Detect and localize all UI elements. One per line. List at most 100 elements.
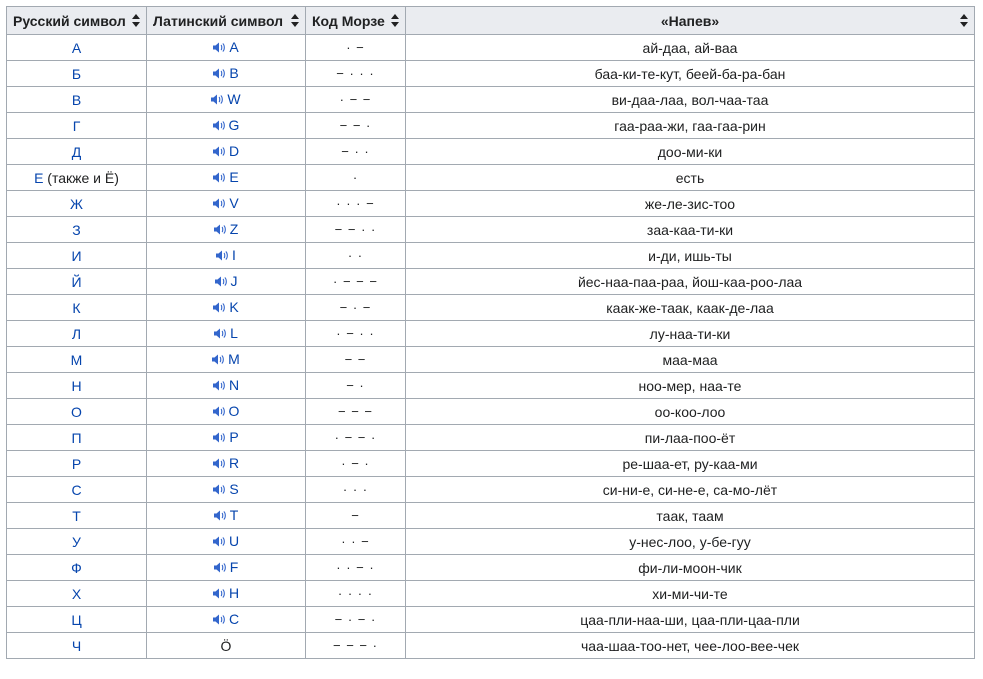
russian-symbol-link[interactable]: Ф [71,560,82,576]
speaker-icon[interactable] [212,144,226,160]
russian-symbol-link[interactable]: Ж [70,196,83,212]
russian-cell: Р [6,450,147,477]
speaker-icon[interactable] [213,222,227,238]
russian-symbol-link[interactable]: Ц [71,612,81,628]
latin-symbol-link[interactable]: B [229,65,238,81]
latin-symbol-link[interactable]: A [229,39,238,55]
sort-icon[interactable] [291,14,299,27]
russian-symbol-link[interactable]: Л [72,326,81,342]
russian-cell: Н [6,372,147,399]
latin-symbol-link[interactable]: S [229,481,238,497]
russian-cell: З [6,216,147,243]
russian-symbol-link[interactable]: К [72,300,80,316]
speaker-icon[interactable] [213,196,226,212]
table-row: Х H · · · · хи-ми-чи-те [6,580,975,607]
speaker-icon[interactable] [212,378,226,394]
latin-symbol-link[interactable]: P [229,429,238,445]
latin-symbol-link[interactable]: V [229,195,238,211]
latin-symbol-link[interactable]: F [230,559,239,575]
latin-symbol-link[interactable]: D [229,143,239,159]
morse-code-cell: · · − [305,528,406,555]
sort-icon[interactable] [960,14,968,27]
morse-code-cell: − · − [305,294,406,321]
latin-symbol-link[interactable]: G [229,117,240,133]
latin-symbol-link[interactable]: N [229,377,239,393]
sort-icon[interactable] [132,14,140,27]
speaker-icon[interactable] [212,118,226,134]
latin-symbol-link[interactable]: J [231,273,238,289]
speaker-icon[interactable] [212,586,226,602]
russian-symbol-link[interactable]: Р [72,456,81,472]
speaker-icon[interactable] [213,508,227,524]
column-header-morse[interactable]: Код Морзе [305,6,406,35]
speaker-icon[interactable] [212,352,225,368]
latin-symbol-link[interactable]: H [229,585,239,601]
russian-symbol-link[interactable]: М [71,352,83,368]
latin-symbol-link[interactable]: Z [230,221,239,237]
morse-code-cell: · · [305,242,406,269]
speaker-icon[interactable] [212,612,226,628]
speaker-icon[interactable] [213,300,226,316]
russian-symbol-link[interactable]: Н [71,378,81,394]
speaker-icon[interactable] [212,404,226,420]
russian-symbol-link[interactable]: Д [72,144,81,160]
chant-cell: и-ди, ишь-ты [405,242,975,269]
latin-cell: J [146,268,306,295]
latin-symbol-link[interactable]: C [229,611,239,627]
russian-symbol-link[interactable]: О [71,404,82,420]
russian-symbol-link[interactable]: Й [71,274,81,290]
latin-symbol-link[interactable]: K [229,299,238,315]
column-header-russian[interactable]: Русский символ [6,6,147,35]
latin-symbol-link[interactable]: W [227,91,240,107]
latin-cell: H [146,580,306,607]
column-header-chant[interactable]: «Напев» [405,6,975,35]
header-row: Русский символ Латинский символ Код Морз… [6,6,975,35]
table-row: А A · − ай-даа, ай-ваа [6,34,975,61]
chant-cell: ре-шаа-ет, ру-каа-ми [405,450,975,477]
speaker-icon[interactable] [213,40,226,56]
russian-symbol-link[interactable]: З [72,222,80,238]
russian-symbol-link[interactable]: С [71,482,81,498]
russian-symbol-link[interactable]: У [72,534,81,550]
speaker-icon[interactable] [211,92,224,108]
russian-symbol-link[interactable]: И [71,248,81,264]
speaker-icon[interactable] [216,248,229,264]
russian-symbol-link[interactable]: П [71,430,81,446]
russian-symbol-note: (также и Ё) [43,169,119,186]
speaker-icon[interactable] [213,560,227,576]
chant-cell: си-ни-е, си-не-е, са-мо-лёт [405,476,975,503]
table-row: Т T − таак, таам [6,502,975,529]
latin-symbol-link[interactable]: M [228,351,240,367]
speaker-icon[interactable] [212,456,226,472]
speaker-icon[interactable] [212,534,226,550]
russian-symbol-link[interactable]: Х [72,586,81,602]
russian-symbol-link[interactable]: В [72,92,81,108]
latin-symbol-link[interactable]: U [229,533,239,549]
latin-symbol-link[interactable]: E [229,169,238,185]
table-row: Д D − · · доо-ми-ки [6,138,975,165]
speaker-icon[interactable] [213,482,226,498]
speaker-icon[interactable] [214,326,227,342]
latin-symbol: Ö [220,637,232,654]
speaker-icon[interactable] [213,66,226,82]
latin-symbol-link[interactable]: R [229,455,239,471]
russian-symbol-link[interactable]: Г [73,118,81,134]
chant-cell: лу-наа-ти-ки [405,320,975,347]
latin-symbol-link[interactable]: I [232,247,236,263]
latin-symbol-link[interactable]: T [230,507,239,523]
column-header-latin[interactable]: Латинский символ [146,6,306,35]
russian-symbol-link[interactable]: Ч [72,638,81,654]
column-header-label: Латинский символ [153,12,284,29]
latin-symbol-link[interactable]: O [229,403,240,419]
russian-symbol-link[interactable]: Т [72,508,81,524]
speaker-icon[interactable] [213,430,226,446]
speaker-icon[interactable] [214,274,228,290]
speaker-icon[interactable] [213,170,226,186]
table-row: Н N − · ноо-мер, наа-те [6,372,975,399]
sort-icon[interactable] [391,14,399,27]
russian-symbol-link[interactable]: А [72,40,81,56]
morse-code-cell: · − − − [305,268,406,295]
russian-symbol-link[interactable]: Б [72,66,81,82]
latin-symbol-link[interactable]: L [230,325,238,341]
chant-cell: же-ле-зис-тоо [405,190,975,217]
